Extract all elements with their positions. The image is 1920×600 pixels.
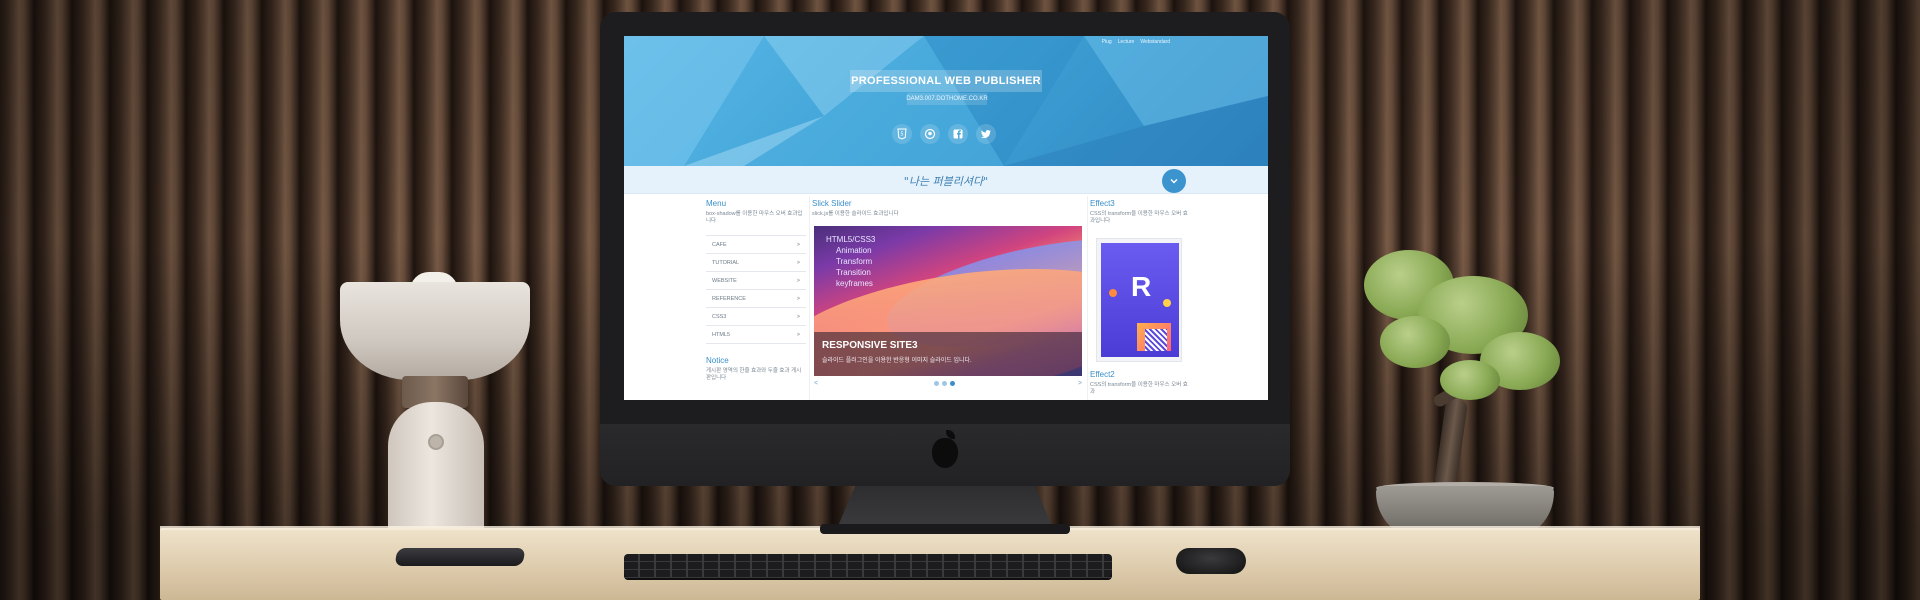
column-divider xyxy=(1087,196,1088,400)
slider-dot[interactable] xyxy=(942,381,947,386)
slider-dots xyxy=(934,381,955,386)
slide-keyword: Transform xyxy=(836,257,873,266)
top-link-plug[interactable]: Plug xyxy=(1102,39,1112,45)
chevron-down-icon xyxy=(1170,179,1178,184)
chevron-right-icon: > xyxy=(796,295,800,302)
image-slider[interactable]: HTML5/CSS3 Animation Transform Transitio… xyxy=(814,226,1082,376)
chevron-right-icon: > xyxy=(796,313,800,320)
monitor-stand xyxy=(838,486,1052,526)
effect3-image-block xyxy=(1145,329,1167,351)
slider-next-button[interactable]: > xyxy=(1078,380,1082,387)
menu-item-reference[interactable]: REFERENCE > xyxy=(706,290,806,308)
effect3-image-card: R xyxy=(1101,243,1179,357)
top-links: Plug Lecture Webstandard xyxy=(1102,39,1170,45)
slide-keyword: Transition xyxy=(836,268,871,277)
site-title: PROFESSIONAL WEB PUBLISHER xyxy=(851,75,1041,87)
top-link-webstandard[interactable]: Webstandard xyxy=(1140,39,1170,45)
apple-logo-icon xyxy=(932,438,958,468)
menu-item-cafe[interactable]: CAFE > xyxy=(706,236,806,254)
menu-item-label: REFERENCE xyxy=(712,295,746,302)
menu-list: CAFE > TUTORIAL > WEBSITE > REFERENCE > CSS3… xyxy=(706,235,806,344)
slider-title: Slick Slider xyxy=(812,199,852,208)
effect3-image[interactable]: R xyxy=(1096,238,1182,362)
site-subtitle-box: DAM3.007.DOTHOME.CO.KR xyxy=(906,93,988,105)
keyboard xyxy=(624,554,1112,580)
chevron-right-icon: > xyxy=(796,277,800,284)
menu-item-html5[interactable]: HTML5 > xyxy=(706,326,806,344)
slider-dot[interactable] xyxy=(934,381,939,386)
effect2-title: Effect2 xyxy=(1090,370,1115,379)
social-links: 5 xyxy=(892,124,996,144)
slider-column: Slick Slider slick.js를 이용한 슬라이드 효과입니다 HT… xyxy=(809,196,1088,400)
twitter-icon[interactable] xyxy=(976,124,996,144)
scroll-down-button[interactable] xyxy=(1162,169,1186,193)
monitor-foot xyxy=(820,524,1070,534)
website-screen: Plug Lecture Webstandard PROFESSIONAL WE… xyxy=(624,36,1268,400)
slide-keyword: Animation xyxy=(836,246,872,255)
lamp-base xyxy=(388,402,484,538)
phone xyxy=(394,548,526,566)
slide-keywords: HTML5/CSS3 Animation Transform Transitio… xyxy=(826,234,875,289)
menu-item-label: HTML5 xyxy=(712,331,731,338)
menu-item-label: WEBSITE xyxy=(712,277,737,284)
notice-description: 게시판 영역의 한줄 효과와 두줄 효과 게시판입니다 xyxy=(706,368,802,381)
menu-item-css3[interactable]: CSS3 > xyxy=(706,308,806,326)
chevron-right-icon: > xyxy=(796,241,800,248)
mouse xyxy=(1176,548,1246,574)
html5-icon[interactable]: 5 xyxy=(892,124,912,144)
site-title-box: PROFESSIONAL WEB PUBLISHER xyxy=(850,70,1042,92)
menu-description: box-shadow를 이용한 마우스 오버 효과입니다 xyxy=(706,211,803,224)
effect-column: Effect3 CSS의 transform을 이용한 마우스 오버 효과입니다… xyxy=(1090,196,1188,400)
slider-prev-button[interactable]: < xyxy=(814,380,818,387)
slider-dot-active[interactable] xyxy=(950,381,955,386)
slide-caption-title: RESPONSIVE SITE3 xyxy=(822,340,918,351)
chevron-right-icon: > xyxy=(796,331,800,338)
lamp-shade xyxy=(340,282,530,380)
site-subtitle: DAM3.007.DOTHOME.CO.KR xyxy=(906,96,988,102)
slide-caption: RESPONSIVE SITE3 슬라이드 플러그인을 이용한 반응형 이미지 … xyxy=(814,332,1082,376)
bonsai-foliage xyxy=(1440,360,1500,400)
slider-description: slick.js를 이용한 슬라이드 효과입니다 xyxy=(812,211,899,217)
lamp-knob xyxy=(428,434,444,450)
bonsai-foliage xyxy=(1380,316,1450,368)
github-icon[interactable] xyxy=(920,124,940,144)
menu-item-tutorial[interactable]: TUTORIAL > xyxy=(706,254,806,272)
top-link-lecture[interactable]: Lecture xyxy=(1118,39,1135,45)
effect2-description: CSS의 transform을 이용한 마우스 오버 효과 xyxy=(1090,382,1188,395)
menu-column: Menu box-shadow를 이용한 마우스 오버 효과입니다 CAFE > … xyxy=(706,196,806,400)
decor-dot xyxy=(1109,289,1117,297)
menu-title: Menu xyxy=(706,199,727,208)
menu-item-label: CSS3 xyxy=(712,313,727,320)
hero-banner: Plug Lecture Webstandard PROFESSIONAL WE… xyxy=(624,36,1268,166)
slide-keyword: keyframes xyxy=(836,279,873,288)
menu-item-website[interactable]: WEBSITE > xyxy=(706,272,806,290)
effect3-description: CSS의 transform을 이용한 마우스 오버 효과입니다 xyxy=(1090,211,1188,224)
menu-item-label: TUTORIAL xyxy=(712,259,740,266)
desk-scene: Plug Lecture Webstandard PROFESSIONAL WE… xyxy=(0,0,1920,600)
slide-caption-text: 슬라이드 플러그인을 이용한 반응형 이미지 슬라이드 입니다. xyxy=(822,358,972,364)
notice-title[interactable]: Notice xyxy=(706,356,806,365)
decor-dot xyxy=(1163,299,1171,307)
effect3-title: Effect3 xyxy=(1090,199,1115,208)
column-divider xyxy=(809,196,810,400)
facebook-icon[interactable] xyxy=(948,124,968,144)
effect3-image-letter: R xyxy=(1131,271,1152,302)
svg-text:5: 5 xyxy=(900,132,903,138)
slide-keyword: HTML5/CSS3 xyxy=(826,235,876,244)
chevron-right-icon: > xyxy=(796,259,800,266)
menu-item-label: CAFE xyxy=(712,241,727,248)
